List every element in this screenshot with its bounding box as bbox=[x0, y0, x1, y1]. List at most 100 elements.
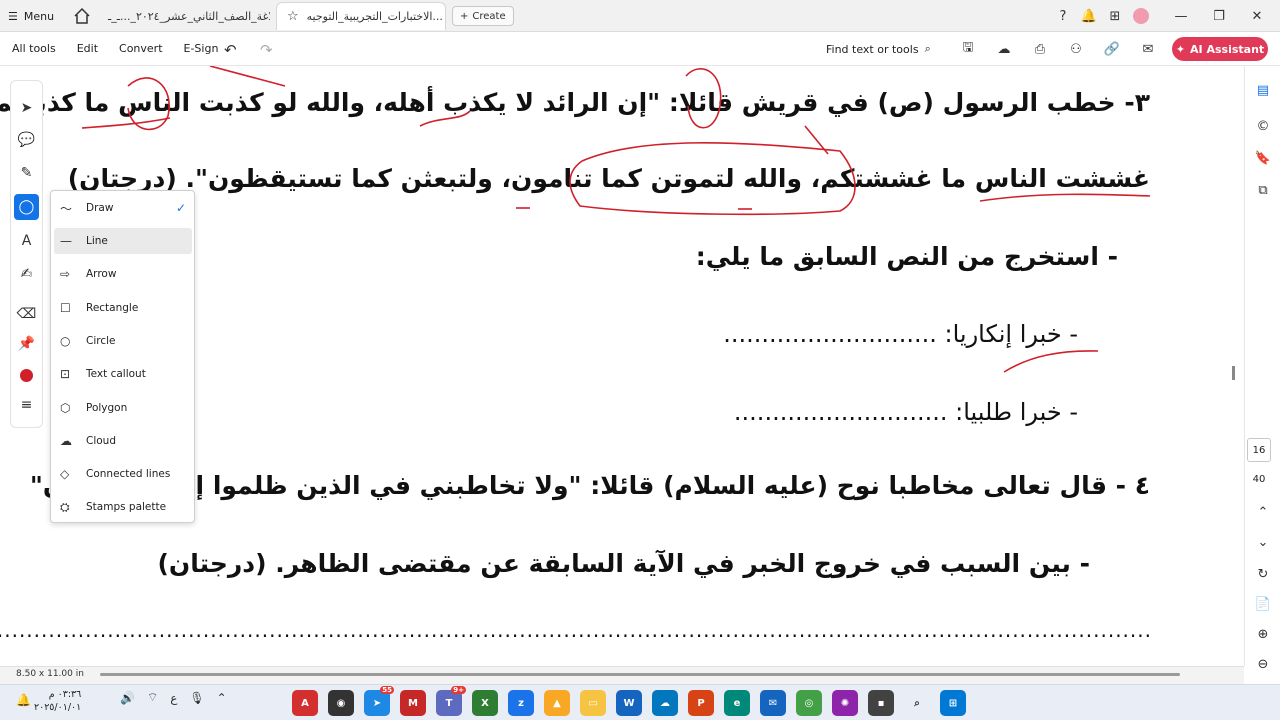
menu-item-stamps-palette[interactable]: ⛭ Stamps palette bbox=[54, 494, 192, 520]
mic-icon[interactable]: 🎙 bbox=[189, 691, 204, 705]
excel-app-icon[interactable]: X bbox=[472, 690, 498, 716]
volume-icon[interactable]: 🔊 bbox=[120, 691, 135, 705]
time-text: ٠٣:٣٦ م bbox=[48, 689, 82, 700]
telegram-app-icon[interactable]: ➤ 55 bbox=[364, 686, 394, 716]
line-weight-icon[interactable]: ≡ bbox=[11, 392, 42, 418]
cloud-icon: ☁ bbox=[60, 434, 72, 448]
email-icon[interactable]: ✉ bbox=[1130, 39, 1166, 59]
bookmark-icon[interactable]: 🔖 bbox=[1251, 146, 1275, 170]
rotate-icon[interactable]: ↻ bbox=[1251, 562, 1275, 586]
sign-icon[interactable]: ✍ bbox=[11, 261, 42, 287]
photos-app-icon[interactable]: ▲ bbox=[544, 690, 570, 716]
teams-app-icon[interactable]: T 9+ bbox=[436, 686, 466, 716]
current-page-input[interactable]: 16 bbox=[1247, 438, 1271, 462]
close-window-icon[interactable]: ✕ bbox=[1244, 5, 1270, 27]
home-icon[interactable] bbox=[72, 6, 92, 26]
all-tools-menu[interactable]: All tools bbox=[12, 42, 56, 55]
avatar[interactable] bbox=[1128, 5, 1154, 27]
menu-label: Menu bbox=[23, 9, 55, 23]
bell-icon[interactable]: 🔔 bbox=[1076, 5, 1102, 27]
menu-item-label: Polygon bbox=[86, 402, 128, 414]
pin-icon[interactable]: 📌 bbox=[11, 331, 42, 357]
menu-item-draw[interactable]: 〜 Draw ✓ bbox=[54, 195, 192, 221]
print-icon[interactable]: ⎙ bbox=[1022, 39, 1058, 59]
file-explorer-app-icon[interactable]: ▭ bbox=[580, 690, 606, 716]
right-rail: ▤ © 🔖 ⧉ ⌃ ⌄ ↻ 📄 ⊕ ⊖ bbox=[1244, 66, 1280, 672]
text-box-icon[interactable]: A bbox=[11, 228, 42, 254]
menu-item-polygon[interactable]: ⬡ Polygon bbox=[54, 395, 192, 421]
create-button[interactable]: + Create bbox=[452, 6, 514, 26]
upload-icon[interactable]: ☁ bbox=[986, 39, 1022, 59]
mail-app-icon[interactable]: ✉ bbox=[760, 690, 786, 716]
page-down-icon[interactable]: ⌄ bbox=[1251, 530, 1275, 554]
pages-icon[interactable]: ⧉ bbox=[1251, 178, 1275, 202]
word-app-icon[interactable]: W bbox=[616, 690, 642, 716]
search-icon: ⌕ bbox=[924, 42, 931, 55]
mcafee-app-icon[interactable]: M bbox=[400, 690, 426, 716]
minimize-icon[interactable]: — bbox=[1168, 5, 1194, 27]
horizontal-scrollbar[interactable] bbox=[100, 673, 1180, 676]
connected-lines-icon: ◇ bbox=[60, 467, 70, 481]
terminal-app-icon[interactable]: ▪ bbox=[868, 690, 894, 716]
menu-item-rectangle[interactable]: ☐ Rectangle bbox=[54, 295, 192, 321]
save-icon[interactable]: 🖫 bbox=[950, 39, 986, 59]
page-info-icon[interactable]: 📄 bbox=[1251, 592, 1275, 616]
taskbar-apps: A ◉ ➤ 55 M T 9+ X z ▲ ▭ W ☁ P e ✉ ◎ ✺ ▪ ⌕ … bbox=[292, 686, 966, 716]
edge-app-icon[interactable]: e bbox=[724, 690, 750, 716]
extract-instruction: - استخرج من النص السابق ما يلي: bbox=[695, 242, 1118, 271]
start-button-icon[interactable]: ⊞ bbox=[940, 690, 966, 716]
edit-pdf-icon[interactable]: ▤ bbox=[1251, 78, 1275, 102]
powerpoint-app-icon[interactable]: P bbox=[688, 690, 714, 716]
page-up-icon[interactable]: ⌃ bbox=[1251, 500, 1275, 524]
menu-item-arrow[interactable]: ⇨ Arrow bbox=[54, 261, 192, 287]
menu-item-line[interactable]: — Line bbox=[54, 228, 192, 254]
comment-panel-icon[interactable]: © bbox=[1251, 114, 1275, 138]
color-picker-icon[interactable] bbox=[11, 362, 42, 388]
badge-count: 9+ bbox=[451, 686, 466, 694]
maximize-icon[interactable]: ❐ bbox=[1206, 5, 1232, 27]
zoom-out-icon[interactable]: ⊖ bbox=[1251, 652, 1275, 676]
comment-icon[interactable]: 💬 bbox=[11, 127, 42, 153]
select-cursor-icon[interactable]: ➤ bbox=[11, 95, 42, 121]
ai-assistant-button[interactable]: ✦ AI Assistant bbox=[1172, 37, 1268, 61]
search-taskbar-icon[interactable]: ⌕ bbox=[904, 690, 930, 716]
share-user-icon[interactable]: ⚇ bbox=[1058, 39, 1094, 59]
ai-sparkle-icon: ✦ bbox=[1175, 42, 1186, 56]
tray-expand-icon[interactable]: ⌃ bbox=[217, 691, 227, 705]
scroll-indicator[interactable] bbox=[1232, 366, 1235, 380]
total-pages: 40 bbox=[1252, 474, 1266, 485]
copilot-app-icon[interactable]: ✺ bbox=[832, 690, 858, 716]
edit-menu[interactable]: Edit bbox=[77, 42, 98, 55]
rectangle-icon: ☐ bbox=[60, 301, 71, 315]
wifi-icon[interactable]: ⌔ bbox=[147, 690, 158, 705]
menu-item-connected-lines[interactable]: ◇ Connected lines bbox=[54, 461, 192, 487]
find-tools[interactable]: Find text or tools ⌕ bbox=[826, 42, 931, 56]
notification-bell-icon[interactable]: 🔔 bbox=[16, 693, 31, 707]
apps-grid-icon[interactable]: ⊞ bbox=[1102, 5, 1128, 27]
acrobat-app-icon[interactable]: A bbox=[292, 690, 318, 716]
star-icon[interactable]: ☆ bbox=[287, 9, 299, 24]
esign-menu[interactable]: E-Sign bbox=[184, 42, 219, 55]
redo-icon[interactable]: ↷ bbox=[260, 41, 273, 59]
tab-balagha[interactable]: بلاغة_الصف_الثاني_عشر_٢٠٢٤_...ـ_ـ bbox=[98, 2, 270, 30]
language-indicator[interactable]: ع bbox=[170, 691, 177, 705]
zoom-app-icon[interactable]: z bbox=[508, 690, 534, 716]
menu-item-cloud[interactable]: ☁ Cloud bbox=[54, 428, 192, 454]
highlight-icon[interactable]: ✎ bbox=[11, 160, 42, 186]
menu-item-label: Circle bbox=[86, 335, 116, 347]
draw-shape-icon[interactable]: ◯ bbox=[14, 194, 39, 220]
link-icon[interactable]: 🔗 bbox=[1094, 39, 1130, 59]
clock[interactable]: ٠٣:٣٦ م ٢٠٢٥/٠١/٠١ bbox=[34, 688, 81, 714]
help-icon[interactable]: ? bbox=[1050, 5, 1076, 27]
chrome-app-icon[interactable]: ◎ bbox=[796, 690, 822, 716]
tab-active-exams[interactable]: ☆ الاختبارات_التجريبية_التوجيه... ✕ bbox=[276, 2, 446, 30]
menu-item-circle[interactable]: ○ Circle bbox=[54, 328, 192, 354]
onedrive-app-icon[interactable]: ☁ bbox=[652, 690, 678, 716]
obs-app-icon[interactable]: ◉ bbox=[328, 690, 354, 716]
convert-menu[interactable]: Convert bbox=[119, 42, 163, 55]
eraser-icon[interactable]: ⌫ bbox=[11, 301, 42, 327]
menu-item-text-callout[interactable]: ⊡ Text callout bbox=[54, 361, 192, 387]
undo-icon[interactable]: ↶ bbox=[224, 41, 237, 59]
menu-button[interactable]: ☰ Menu bbox=[8, 6, 54, 26]
zoom-in-icon[interactable]: ⊕ bbox=[1251, 622, 1275, 646]
